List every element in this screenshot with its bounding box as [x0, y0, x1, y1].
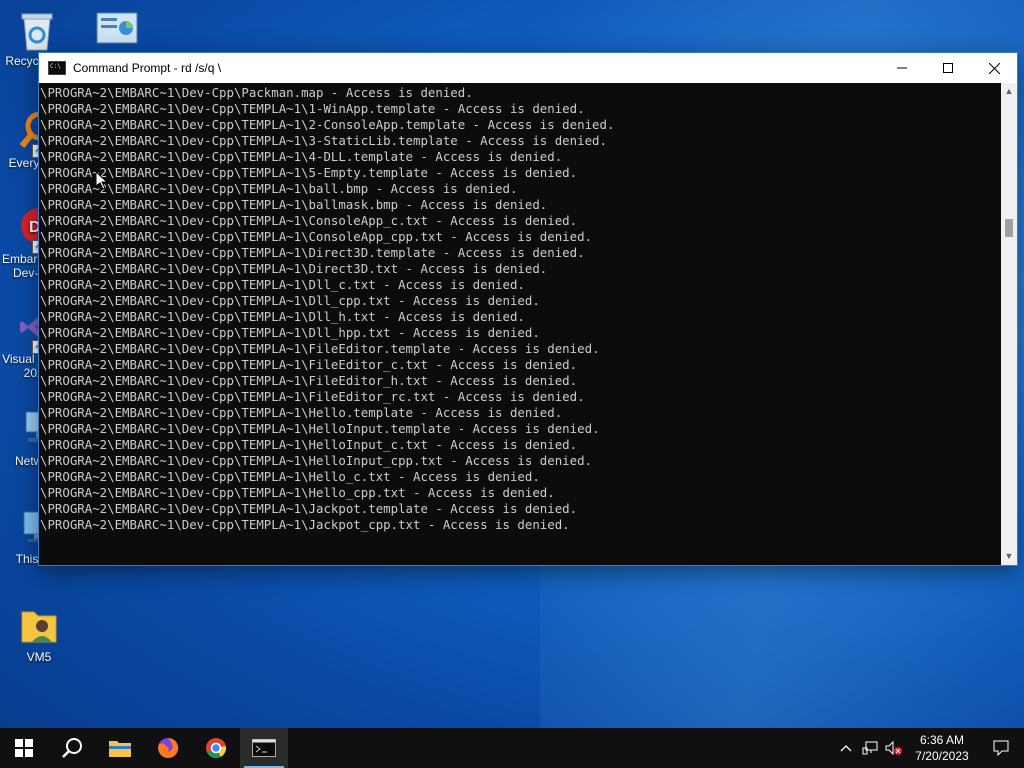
network-icon — [862, 741, 878, 755]
scroll-thumb[interactable] — [1005, 219, 1013, 237]
scroll-down-button[interactable]: ▼ — [1001, 548, 1017, 565]
taskbar-file-explorer[interactable] — [96, 728, 144, 768]
console-line: \PROGRA~2\EMBARC~1\Dev-Cpp\TEMPLA~1\Dll_… — [40, 325, 540, 340]
console-line: \PROGRA~2\EMBARC~1\Dev-Cpp\TEMPLA~1\5-Em… — [40, 165, 578, 180]
console-line: \PROGRA~2\EMBARC~1\Dev-Cpp\TEMPLA~1\2-Co… — [40, 117, 615, 132]
cmd-icon — [48, 61, 66, 75]
console-line: \PROGRA~2\EMBARC~1\Dev-Cpp\TEMPLA~1\4-DL… — [40, 149, 563, 164]
minimize-button[interactable] — [879, 53, 925, 83]
search-button[interactable] — [48, 728, 96, 768]
command-prompt-window[interactable]: Command Prompt - rd /s/q \ \PROGRA~2\EMB… — [38, 52, 1018, 566]
console-line: \PROGRA~2\EMBARC~1\Dev-Cpp\TEMPLA~1\Dll_… — [40, 277, 525, 292]
console-line: \PROGRA~2\EMBARC~1\Dev-Cpp\TEMPLA~1\Dll_… — [40, 309, 525, 324]
minimize-icon — [897, 67, 907, 69]
maximize-button[interactable] — [925, 53, 971, 83]
clock[interactable]: 6:36 AM 7/20/2023 — [906, 732, 978, 764]
control-panel-icon — [96, 10, 138, 52]
close-button[interactable] — [971, 53, 1017, 83]
console-line: \PROGRA~2\EMBARC~1\Dev-Cpp\TEMPLA~1\File… — [40, 341, 600, 356]
console-line: \PROGRA~2\EMBARC~1\Dev-Cpp\TEMPLA~1\File… — [40, 357, 578, 372]
console-line: \PROGRA~2\EMBARC~1\Dev-Cpp\TEMPLA~1\ball… — [40, 181, 518, 196]
volume-muted-icon — [885, 741, 902, 755]
console-line: \PROGRA~2\EMBARC~1\Dev-Cpp\TEMPLA~1\Jack… — [40, 501, 578, 516]
desktop-icon-vm5[interactable]: VM5 — [4, 604, 74, 664]
search-icon — [62, 738, 82, 758]
user-folder-icon — [18, 604, 60, 646]
windows-logo-icon — [15, 739, 33, 757]
console-line: \PROGRA~2\EMBARC~1\Dev-Cpp\TEMPLA~1\Hell… — [40, 437, 578, 452]
clock-time: 6:36 AM — [919, 733, 965, 747]
chrome-icon — [206, 738, 227, 759]
show-hidden-icons-button[interactable] — [834, 728, 858, 768]
start-button[interactable] — [0, 728, 48, 768]
taskbar-chrome[interactable] — [192, 728, 240, 768]
network-tray-button[interactable] — [858, 728, 882, 768]
clock-date: 7/20/2023 — [915, 749, 969, 763]
maximize-icon — [943, 63, 953, 73]
window-titlebar[interactable]: Command Prompt - rd /s/q \ — [39, 53, 1017, 83]
console-line: \PROGRA~2\EMBARC~1\Dev-Cpp\TEMPLA~1\1-Wi… — [40, 101, 585, 116]
console-line: \PROGRA~2\EMBARC~1\Dev-Cpp\TEMPLA~1\Hell… — [40, 485, 555, 500]
console-output[interactable]: \PROGRA~2\EMBARC~1\Dev-Cpp\Packman.map -… — [39, 83, 1001, 567]
desktop-icon-control-panel[interactable] — [82, 10, 152, 56]
taskbar-command-prompt[interactable] — [240, 728, 288, 768]
close-icon — [988, 62, 1000, 74]
window-controls — [879, 53, 1017, 83]
console-line: \PROGRA~2\EMBARC~1\Dev-Cpp\TEMPLA~1\File… — [40, 389, 585, 404]
console-line: \PROGRA~2\EMBARC~1\Dev-Cpp\TEMPLA~1\Dire… — [40, 261, 548, 276]
notification-icon — [993, 740, 1009, 756]
console-line: \PROGRA~2\EMBARC~1\Dev-Cpp\TEMPLA~1\Hell… — [40, 453, 593, 468]
console-line: \PROGRA~2\EMBARC~1\Dev-Cpp\TEMPLA~1\Cons… — [40, 213, 578, 228]
console-line: \PROGRA~2\EMBARC~1\Dev-Cpp\TEMPLA~1\Dire… — [40, 245, 585, 260]
firefox-icon — [158, 737, 179, 758]
console-line: \PROGRA~2\EMBARC~1\Dev-Cpp\TEMPLA~1\File… — [40, 373, 578, 388]
console-line: \PROGRA~2\EMBARC~1\Dev-Cpp\TEMPLA~1\Hell… — [40, 469, 540, 484]
console-line: \PROGRA~2\EMBARC~1\Dev-Cpp\TEMPLA~1\Cons… — [40, 229, 593, 244]
scroll-up-button[interactable]: ▲ — [1001, 83, 1017, 100]
folder-icon — [109, 741, 131, 757]
vertical-scrollbar[interactable]: ▲ ▼ — [1001, 83, 1017, 565]
desktop-icon-label: VM5 — [26, 650, 52, 664]
window-title: Command Prompt - rd /s/q \ — [73, 61, 222, 75]
action-center-button[interactable] — [978, 728, 1024, 768]
console-line: \PROGRA~2\EMBARC~1\Dev-Cpp\TEMPLA~1\3-St… — [40, 133, 607, 148]
console-line: \PROGRA~2\EMBARC~1\Dev-Cpp\TEMPLA~1\Dll_… — [40, 293, 540, 308]
recycle-bin-icon — [16, 8, 58, 51]
chevron-up-icon — [840, 745, 852, 752]
volume-tray-button[interactable] — [882, 728, 906, 768]
taskbar: 6:36 AM 7/20/2023 — [0, 728, 1024, 768]
console-line: \PROGRA~2\EMBARC~1\Dev-Cpp\TEMPLA~1\Jack… — [40, 517, 570, 532]
console-line: \PROGRA~2\EMBARC~1\Dev-Cpp\TEMPLA~1\Hell… — [40, 405, 563, 420]
system-tray: 6:36 AM 7/20/2023 — [834, 728, 1024, 768]
console-line: \PROGRA~2\EMBARC~1\Dev-Cpp\Packman.map -… — [40, 85, 473, 100]
console-line: \PROGRA~2\EMBARC~1\Dev-Cpp\TEMPLA~1\ball… — [40, 197, 548, 212]
cmd-icon — [252, 739, 276, 757]
console-line: \PROGRA~2\EMBARC~1\Dev-Cpp\TEMPLA~1\Hell… — [40, 421, 600, 436]
taskbar-firefox[interactable] — [144, 728, 192, 768]
